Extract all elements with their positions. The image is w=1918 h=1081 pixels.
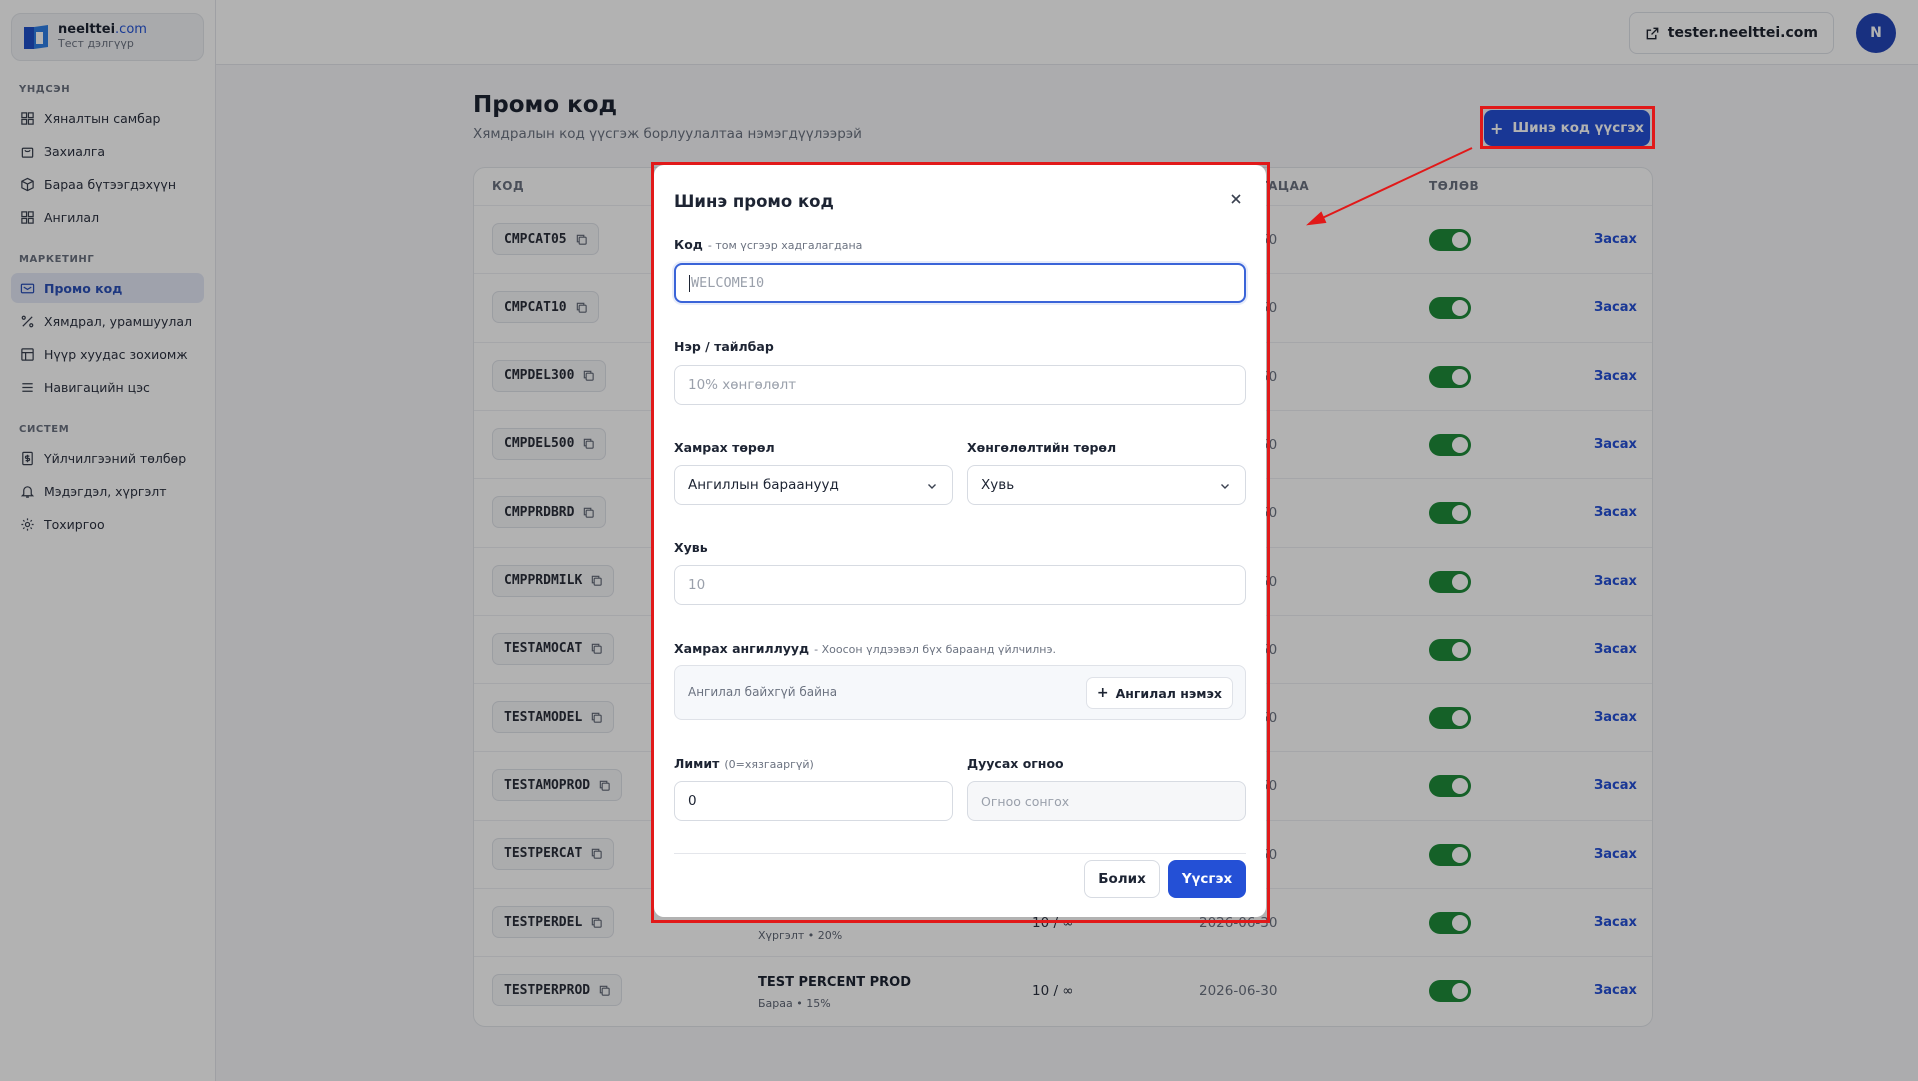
modal-highlight-box bbox=[651, 162, 1270, 923]
button-highlight-box bbox=[1480, 106, 1655, 149]
